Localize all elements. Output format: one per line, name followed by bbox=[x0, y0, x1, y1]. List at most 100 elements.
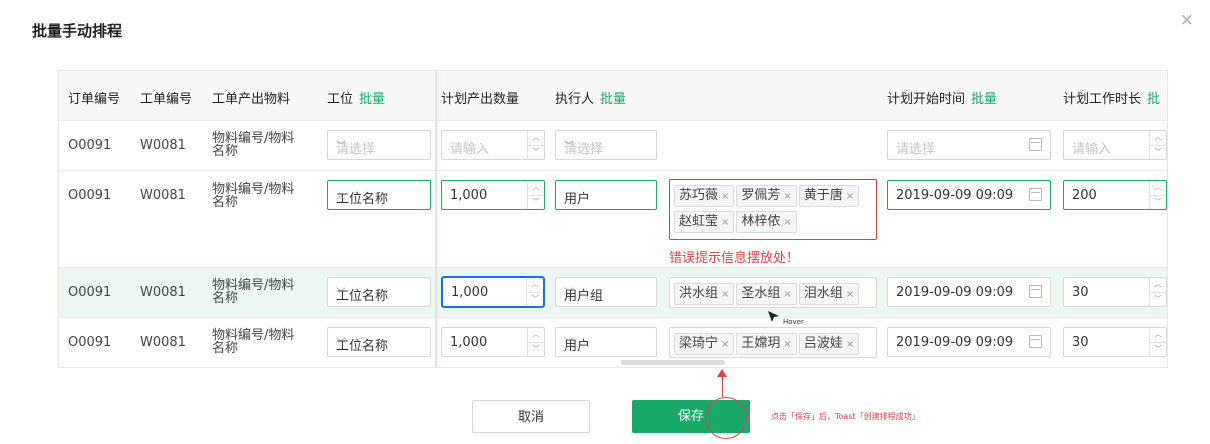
tag: 林梓侬 × bbox=[736, 211, 797, 233]
col-station: 工位 批量 bbox=[327, 92, 386, 107]
schedule-table: 订单编号 工单编号 工单产出物料 工位 批量 计划产出数量 执行人 批量 计划开始时… bbox=[58, 70, 1168, 368]
table-header: 订单编号 工单编号 工单产出物料 工位 批量 计划产出数量 执行人 批量 计划开始时… bbox=[59, 71, 1167, 121]
station-select[interactable]: 请选择 ﹀ bbox=[327, 130, 431, 160]
tag: 洪水组 × bbox=[674, 283, 735, 305]
tag: 圣水组 × bbox=[736, 283, 797, 305]
fixed-column-divider bbox=[435, 71, 437, 367]
close-icon[interactable]: × bbox=[721, 217, 729, 228]
close-icon[interactable]: × bbox=[783, 191, 791, 202]
close-icon[interactable]: × bbox=[846, 289, 854, 300]
batch-executor-link[interactable]: 批量 bbox=[600, 92, 626, 107]
batch-duration-link[interactable]: 批 bbox=[1147, 92, 1160, 107]
material-name: 物料编号/物料名称 bbox=[212, 182, 295, 210]
qty-stepper[interactable]: ︿ ﹀ bbox=[527, 181, 544, 209]
close-icon[interactable]: × bbox=[721, 339, 729, 350]
annotation-line bbox=[722, 376, 723, 397]
wo-no: W0081 bbox=[140, 138, 186, 153]
qty-input[interactable]: 1,000 ︿ ﹀ bbox=[441, 327, 545, 357]
order-no: O0091 bbox=[68, 285, 112, 300]
duration-input[interactable]: 30 ︿ ﹀ bbox=[1063, 277, 1167, 307]
executor-tags[interactable]: 苏巧薇 × 罗佩芳 × 黄于唐 × 赵虹莹 × 林梓侬 × bbox=[669, 179, 877, 240]
cursor-icon bbox=[768, 311, 779, 322]
duration-input[interactable]: 30 ︿ ﹀ bbox=[1063, 327, 1167, 357]
dialog-title: 批量手动排程 bbox=[32, 22, 123, 40]
qty-stepper[interactable]: ︿ ﹀ bbox=[527, 328, 544, 356]
chevron-down-icon: ﹀ bbox=[564, 141, 574, 152]
chevron-down-icon: ﹀ bbox=[564, 288, 574, 299]
duration-stepper[interactable]: ︿ ﹀ bbox=[1149, 181, 1166, 209]
table-row: O0091 W0081 物料编号/物料名称 工位名称 ﹀ 1,000 ︿ ﹀ 用户组 ﹀… bbox=[59, 268, 1167, 318]
chevron-down-icon: ﹀ bbox=[336, 338, 346, 349]
qty-stepper[interactable]: ︿ ﹀ bbox=[526, 278, 543, 306]
close-icon[interactable]: × bbox=[1180, 10, 1194, 30]
station-select[interactable]: 工位名称 ﹀ bbox=[327, 277, 431, 307]
tag: 罗佩芳 × bbox=[736, 185, 797, 207]
tag: 苏巧薇 × bbox=[674, 185, 735, 207]
qty-input[interactable]: 请输入 ︿ ﹀ bbox=[441, 130, 545, 160]
col-qty: 计划产出数量 bbox=[441, 92, 520, 107]
close-icon[interactable]: × bbox=[783, 339, 791, 350]
close-icon[interactable]: × bbox=[783, 289, 791, 300]
material-name: 物料编号/物料名称 bbox=[212, 278, 295, 306]
click-highlight-circle bbox=[705, 397, 747, 439]
material-name: 物料编号/物料名称 bbox=[212, 328, 295, 356]
start-date-picker[interactable]: 请选择 bbox=[887, 130, 1051, 160]
error-message: 错误提示信息摆放处！ bbox=[669, 251, 800, 266]
executor-select[interactable]: 用户 ︿ bbox=[555, 180, 657, 210]
tag: 王嫦玥 × bbox=[736, 333, 797, 355]
table-row: O0091 W0081 物料编号/物料名称 工位名称 ︿ 1,000 ︿ ﹀ 用户 ︿ … bbox=[59, 171, 1167, 268]
chevron-up-icon: ︿ bbox=[564, 191, 574, 202]
wo-no: W0081 bbox=[140, 188, 186, 203]
close-icon[interactable]: × bbox=[721, 289, 729, 300]
executor-select[interactable]: 用户 ﹀ bbox=[555, 327, 657, 357]
station-select[interactable]: 工位名称 ﹀ bbox=[327, 327, 431, 357]
order-no: O0091 bbox=[68, 138, 112, 153]
batch-start-link[interactable]: 批量 bbox=[971, 92, 997, 107]
batch-station-link[interactable]: 批量 bbox=[359, 92, 385, 107]
col-order: 订单编号 bbox=[68, 92, 121, 107]
wo-no: W0081 bbox=[140, 285, 186, 300]
material-name: 物料编号/物料名称 bbox=[212, 131, 295, 159]
col-wo: 工单编号 bbox=[140, 92, 193, 107]
duration-input[interactable]: 200 ︿ ﹀ bbox=[1063, 180, 1167, 210]
tag: 泪水组 × bbox=[798, 283, 860, 305]
hover-label: Hover bbox=[783, 318, 804, 326]
col-start: 计划开始时间 批量 bbox=[887, 92, 998, 107]
calendar-icon bbox=[1029, 285, 1042, 298]
close-icon[interactable]: × bbox=[783, 217, 791, 228]
table-row: O0091 W0081 物料编号/物料名称 请选择 ﹀ 请输入 ︿ ﹀ 请选择 ﹀ 请选… bbox=[59, 121, 1167, 171]
calendar-icon bbox=[1029, 138, 1042, 151]
start-date-picker[interactable]: 2019-09-09 09:09 bbox=[887, 327, 1051, 357]
cancel-button[interactable]: 取消 bbox=[472, 400, 590, 433]
horizontal-scrollbar[interactable] bbox=[621, 360, 725, 365]
executor-tags[interactable]: 洪水组 × 圣水组 × 泪水组 × bbox=[669, 277, 877, 308]
col-executor: 执行人 批量 bbox=[555, 92, 627, 107]
duration-stepper[interactable]: ︿ ﹀ bbox=[1149, 278, 1166, 306]
tag: 吕波娃 × bbox=[798, 333, 860, 355]
close-icon[interactable]: × bbox=[721, 191, 729, 202]
tag: 黄于唐 × bbox=[798, 185, 860, 207]
annotation-note: 点击「保存」后，Toast「创建排程成功」 bbox=[771, 412, 920, 421]
duration-stepper[interactable]: ︿ ﹀ bbox=[1149, 328, 1166, 356]
start-date-picker[interactable]: 2019-09-09 09:09 bbox=[887, 277, 1051, 307]
wo-no: W0081 bbox=[140, 335, 186, 350]
qty-input[interactable]: 1,000 ︿ ﹀ bbox=[441, 180, 545, 210]
chevron-down-icon: ﹀ bbox=[336, 141, 346, 152]
station-select[interactable]: 工位名称 ︿ bbox=[327, 180, 431, 210]
duration-stepper[interactable]: ︿ ﹀ bbox=[1149, 131, 1166, 159]
calendar-icon bbox=[1029, 188, 1042, 201]
start-date-picker[interactable]: 2019-09-09 09:09 bbox=[887, 180, 1051, 210]
executor-tags[interactable]: 梁琦宁 × 王嫦玥 × 吕波娃 × bbox=[669, 327, 877, 358]
duration-input[interactable]: 请输入 ︿ ﹀ bbox=[1063, 130, 1167, 160]
executor-select[interactable]: 用户组 ﹀ bbox=[555, 277, 657, 307]
col-duration: 计划工作时长批 bbox=[1063, 92, 1161, 107]
chevron-down-icon: ﹀ bbox=[564, 338, 574, 349]
col-material: 工单产出物料 bbox=[212, 92, 291, 107]
qty-input[interactable]: 1,000 ︿ ﹀ bbox=[441, 276, 545, 308]
close-icon[interactable]: × bbox=[846, 191, 854, 202]
tag: 赵虹莹 × bbox=[674, 211, 735, 233]
executor-select[interactable]: 请选择 ﹀ bbox=[555, 130, 657, 160]
qty-stepper[interactable]: ︿ ﹀ bbox=[527, 131, 544, 159]
order-no: O0091 bbox=[68, 335, 112, 350]
close-icon[interactable]: × bbox=[846, 339, 854, 350]
